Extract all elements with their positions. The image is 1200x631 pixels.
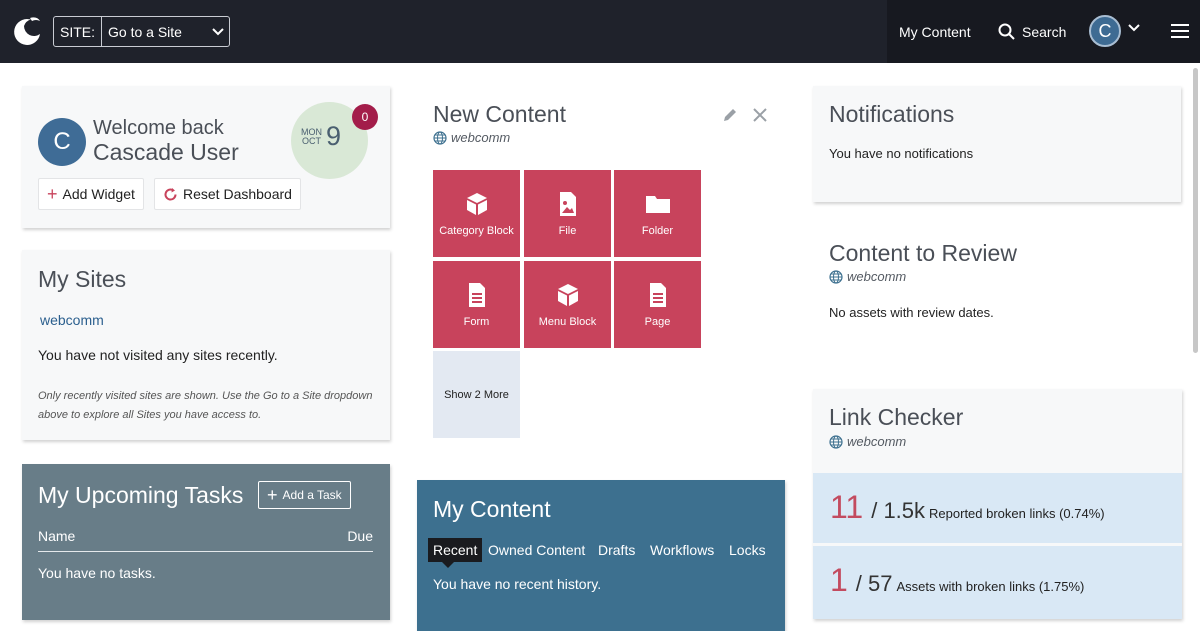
cube-icon xyxy=(557,283,578,306)
upcoming-tasks-card: My Upcoming Tasks + Add a Task Name Due … xyxy=(22,464,390,620)
site-dropdown-value: Go to a Site xyxy=(108,23,182,40)
tile-form[interactable]: Form xyxy=(433,261,520,348)
add-widget-label: Add Widget xyxy=(62,186,135,202)
tile-menu-block[interactable]: Menu Block xyxy=(524,261,611,348)
reported-broken-links-row[interactable]: 11 / 1.5k Reported broken links (0.74%) xyxy=(813,473,1182,543)
review-site-label: webcomm xyxy=(847,269,907,284)
my-content-card: My Content Recent Owned Content Drafts W… xyxy=(417,480,785,631)
welcome-card: C Welcome back Cascade User MON OCT 9 0 +… xyxy=(22,86,390,228)
refresh-icon xyxy=(164,187,177,200)
tile-label: File xyxy=(558,224,577,237)
new-content-site-label: webcomm xyxy=(451,130,511,145)
link-checker-site-label: webcomm xyxy=(847,434,907,449)
tile-file[interactable]: File xyxy=(524,170,611,257)
file-image-icon xyxy=(559,191,576,216)
link-checker-title: Link Checker xyxy=(829,404,964,430)
search-nav-button[interactable]: Search xyxy=(998,0,1066,63)
cube-icon xyxy=(466,192,487,215)
broken-links-count: 11 xyxy=(830,489,864,525)
no-review-message: No assets with review dates. xyxy=(829,305,994,320)
user-avatar[interactable]: C xyxy=(1089,15,1121,47)
notification-count-badge[interactable]: 0 xyxy=(352,104,378,130)
hamburger-menu-icon[interactable] xyxy=(1171,24,1189,38)
no-notifications-message: You have no notifications xyxy=(829,146,974,161)
my-content-title: My Content xyxy=(433,496,551,522)
reset-dashboard-button[interactable]: Reset Dashboard xyxy=(154,178,301,210)
tab-owned-content[interactable]: Owned Content xyxy=(483,538,590,562)
avatar: C xyxy=(38,118,86,166)
notifications-title: Notifications xyxy=(829,101,955,127)
assets-broken-count: 1 xyxy=(830,562,848,598)
site-link-webcomm[interactable]: webcomm xyxy=(40,312,104,328)
content-to-review-widget: Content to Review webcomm No assets with… xyxy=(829,240,1179,320)
broken-links-label: Reported broken links (0.74%) xyxy=(929,506,1105,521)
page-scrollbar[interactable] xyxy=(1193,68,1198,353)
search-label: Search xyxy=(1022,23,1067,40)
tile-label: Form xyxy=(463,315,490,328)
tab-workflows[interactable]: Workflows xyxy=(645,538,719,562)
tile-label: Folder xyxy=(641,224,674,237)
user-name: Cascade User xyxy=(93,139,239,165)
total-links-count: / 1.5k xyxy=(871,498,926,523)
welcome-greeting: Welcome back xyxy=(93,117,224,139)
no-tasks-message: You have no tasks. xyxy=(38,565,156,581)
welcome-message: Welcome back Cascade User xyxy=(93,116,239,164)
top-navigation-bar: SITE: Go to a Site My Content Search C xyxy=(0,0,1200,63)
new-content-widget: New Content webcomm Category Block File … xyxy=(433,101,773,441)
tile-page[interactable]: Page xyxy=(614,261,701,348)
show-more-tile[interactable]: Show 2 More xyxy=(433,351,520,438)
chevron-down-icon[interactable] xyxy=(1128,24,1140,32)
document-icon xyxy=(468,282,485,307)
globe-icon xyxy=(829,269,843,284)
tasks-table-header: Name Due xyxy=(38,528,373,552)
chevron-down-icon xyxy=(207,27,229,36)
sites-help-note: Only recently visited sites are shown. U… xyxy=(38,390,373,421)
plus-icon: + xyxy=(47,184,58,204)
column-name-header[interactable]: Name xyxy=(38,528,75,551)
folder-icon xyxy=(645,195,670,213)
add-widget-button[interactable]: + Add Widget xyxy=(38,178,144,210)
assets-broken-label: Assets with broken links (1.75%) xyxy=(896,579,1085,594)
reset-dashboard-label: Reset Dashboard xyxy=(183,186,292,202)
my-content-nav-link[interactable]: My Content xyxy=(899,0,971,63)
assets-broken-links-row[interactable]: 1 / 57 Assets with broken links (1.75%) xyxy=(813,546,1182,619)
search-icon xyxy=(998,23,1015,40)
link-checker-site: webcomm xyxy=(829,434,906,449)
pencil-icon[interactable] xyxy=(721,106,739,124)
tab-locks[interactable]: Locks xyxy=(724,538,771,562)
cascade-logo-icon[interactable] xyxy=(10,14,44,48)
date-day: 9 xyxy=(326,121,342,151)
no-sites-message: You have not visited any sites recently. xyxy=(38,347,278,363)
review-title: Content to Review xyxy=(829,240,1017,266)
my-sites-title: My Sites xyxy=(38,266,127,292)
globe-icon xyxy=(829,434,843,449)
close-icon[interactable] xyxy=(753,108,767,122)
document-icon xyxy=(649,282,666,307)
tab-drafts[interactable]: Drafts xyxy=(593,538,640,562)
plus-icon: + xyxy=(267,485,278,505)
tile-label: Page xyxy=(644,315,671,328)
my-sites-card: My Sites webcomm You have not visited an… xyxy=(22,250,390,440)
globe-icon xyxy=(433,130,447,145)
tile-category-block[interactable]: Category Block xyxy=(433,170,520,257)
tile-label: Category Block xyxy=(439,224,514,237)
tile-label: Menu Block xyxy=(538,315,597,328)
no-history-message: You have no recent history. xyxy=(433,576,602,592)
link-checker-card: Link Checker webcomm 11 / 1.5k Reported … xyxy=(813,389,1182,619)
review-site: webcomm xyxy=(829,269,1179,284)
site-dropdown[interactable]: SITE: Go to a Site xyxy=(53,16,230,47)
add-task-label: Add a Task xyxy=(282,488,342,502)
notifications-card: Notifications You have no notifications xyxy=(813,86,1181,202)
total-assets-count: / 57 xyxy=(855,571,893,596)
site-prefix-label: SITE: xyxy=(54,17,103,46)
column-due-header[interactable]: Due xyxy=(347,528,373,551)
tab-recent[interactable]: Recent xyxy=(428,538,483,568)
new-content-site: webcomm xyxy=(433,130,773,145)
date-month: MON OCT xyxy=(301,127,322,146)
add-task-button[interactable]: + Add a Task xyxy=(258,481,351,509)
tile-folder[interactable]: Folder xyxy=(614,170,701,257)
tasks-title: My Upcoming Tasks xyxy=(38,482,244,508)
